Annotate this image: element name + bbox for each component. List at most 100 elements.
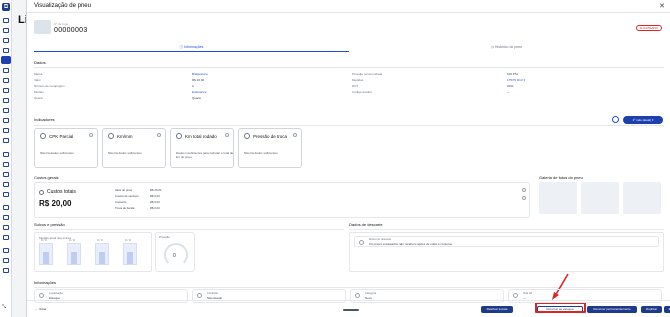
file-icon[interactable] [3,172,9,177]
close-icon[interactable]: ✕ [659,2,665,10]
discard-reason-box: Motivo do descarte Os pneus sucateados n… [354,236,659,247]
indicator-title: Pressão de troca [253,134,288,139]
highlight-box [535,302,586,313]
dados-field-value[interactable]: Endurance [192,90,207,94]
collapse-icon[interactable]: ⤡ [2,304,6,310]
indicator-text: Dados insuficientes para calcular o tota… [176,151,234,159]
dados-field-label: Modelo [34,90,44,94]
tire-thumbnail [34,20,51,34]
cost-value: R$ 0,00 [150,194,160,198]
section-sulcos-title: Sulcos e pressão [34,222,65,227]
users-icon[interactable] [3,152,9,157]
info-icon[interactable] [293,133,297,137]
clipboard-icon[interactable] [3,162,9,167]
divider [34,229,344,230]
gauge-label: Pressão [159,235,171,239]
dados-field-label: Valor [34,78,41,82]
box-icon[interactable] [3,108,9,113]
info-card-label: Condição [207,292,218,295]
section-indicadores-title: Indicadores [34,117,55,122]
app-logo-icon[interactable]: ⧉ [2,3,10,11]
costs-total: R$ 20,00 [39,199,72,208]
service-icon[interactable] [3,235,9,240]
tab-informacoes[interactable]: ⓘ Informações [34,42,349,52]
discard-box-text: Os pneus sucateados não recebem ações de… [369,242,453,246]
dados-field-value[interactable]: Bridgestone [192,72,208,76]
info-card-value: Novo [365,296,373,300]
left-nav-rail: ⧉ ⤡ [0,0,12,317]
info-card-value: Estoque [49,296,61,300]
drag-handle[interactable] [343,309,359,311]
info-icon[interactable] [225,133,229,137]
dashboard-icon[interactable] [3,28,9,33]
info-icon[interactable] [89,133,93,137]
indicator-icon [40,133,46,139]
money-icon[interactable] [3,215,9,220]
costs-panel: Custos totais R$ 20,00 Valor do pneu R$ 2… [34,182,530,218]
tab-historico[interactable]: ◷ Histórico do pneu [349,42,664,52]
vehicle-icon[interactable] [3,68,9,73]
bar-label: 0 / 0 [69,238,75,242]
tread-bar-fill [71,252,77,264]
indicator-text: Não há dados suficientes [108,151,142,155]
indicator-icon [176,133,182,139]
indicator-title: CPK Parcial [49,134,74,139]
tire-id-label: Nº de fogo [54,22,69,26]
tread-bar-fill [43,252,49,264]
tread-bar [123,243,137,265]
help-icon[interactable] [3,268,9,273]
modal-header: Visualização de pneu ✕ [27,0,670,13]
section-custos-title: Custos gerais [34,175,59,180]
period-dropdown[interactable]: 1º mês (atual) ▾ [623,116,663,124]
delete-permanently-button[interactable]: Remover permanentemente [587,306,637,313]
tires-nav-icon[interactable] [1,56,11,64]
duplicate-button[interactable]: Duplicar [641,306,662,313]
section-informacoes-title: Informações [34,280,57,285]
refresh-icon[interactable] [612,116,619,123]
home-icon[interactable] [3,18,9,23]
list-icon[interactable] [3,48,9,53]
edit-button[interactable]: Editar [664,306,670,313]
reactivate-scrap-button[interactable]: Reativar sucata [481,306,513,313]
report-icon[interactable] [3,205,9,210]
gauge-icon[interactable] [3,118,9,123]
back-button[interactable]: ← Voltar [35,307,47,311]
gauge-arc [164,243,188,267]
stock-icon[interactable] [3,225,9,230]
alert-icon[interactable] [3,192,9,197]
section-dados-title: Dados [34,60,46,65]
chart-icon[interactable] [3,98,9,103]
dados-field-value[interactable]: 175/70 R13 3 [507,78,525,82]
dados-field-label: DOT [352,84,359,88]
gallery-photo[interactable] [581,182,619,214]
gallery-photo[interactable] [539,182,577,214]
truck-icon[interactable] [3,128,9,133]
tread-bar-fill [127,252,133,264]
link-icon[interactable] [3,258,9,263]
map-icon[interactable] [3,182,9,187]
info-icon[interactable] [522,188,526,192]
calendar-icon[interactable] [3,88,9,93]
dados-field-value: Quarto [192,96,202,100]
indicator-card: Pressão de troca Não há dados suficientes [238,128,302,168]
back-label: Voltar [38,307,47,311]
indicator-icon [108,133,114,139]
info-icon[interactable] [157,133,161,137]
gallery-photo[interactable] [623,182,661,214]
settings-icon[interactable] [3,248,9,253]
discard-panel: Motivo do descarte Os pneus sucateados n… [349,232,664,272]
dados-field-label: Medidas [352,78,364,82]
tire-view-modal: Visualização de pneu ✕ Nº de fogo 000000… [26,0,670,317]
dados-field-value: 100 PSI [507,72,518,76]
info-icon[interactable] [522,196,526,200]
info-card-icon [355,293,360,298]
document-icon[interactable] [3,38,9,43]
tag-icon[interactable] [3,138,9,143]
dados-field-value: — [507,90,510,94]
dados-field-value: 0 [192,84,194,88]
wrench-icon[interactable] [3,78,9,83]
pressure-gauge: Pressão 0 [155,232,195,272]
info-card-icon [39,293,44,298]
indicator-card: Km total rodado Dados insuficientes para … [170,128,234,168]
section-descarte-title: Dados de descarte [349,222,383,227]
